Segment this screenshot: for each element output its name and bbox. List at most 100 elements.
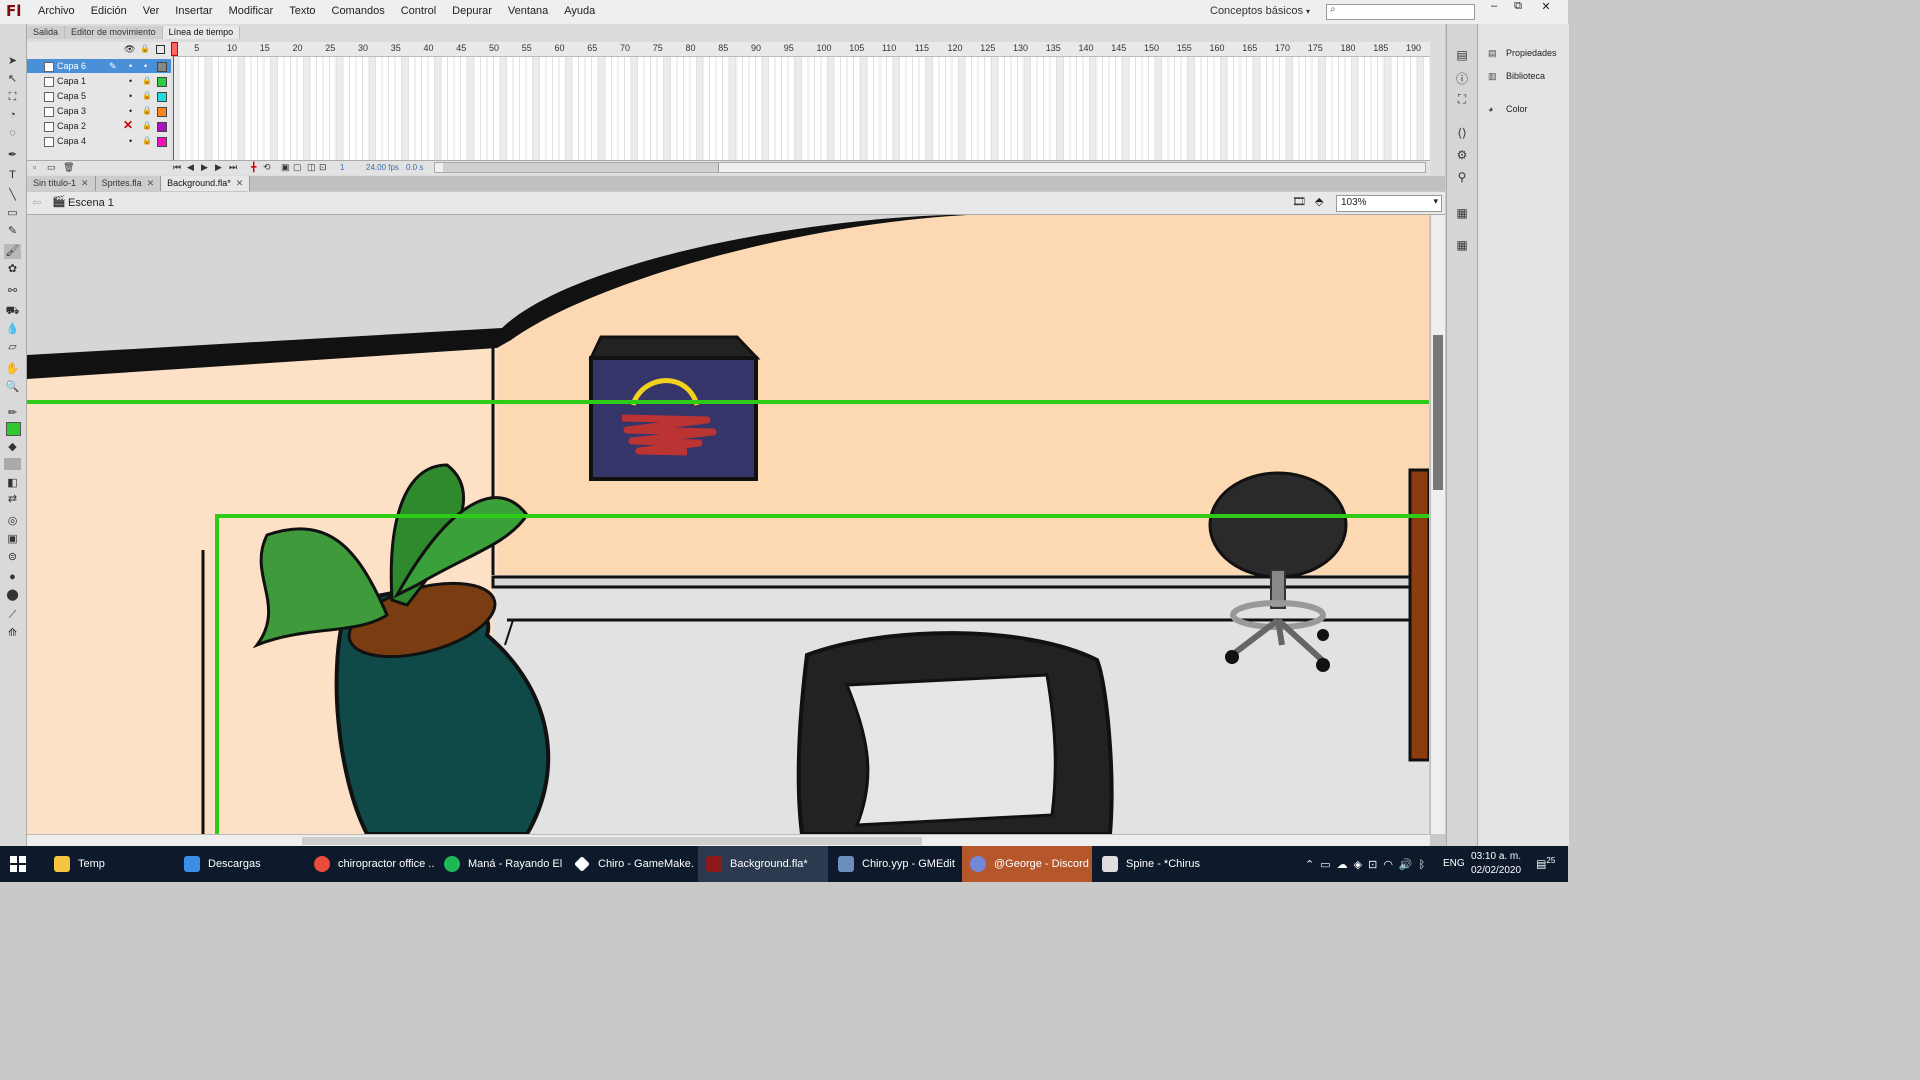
menu-texto[interactable]: Texto bbox=[281, 5, 323, 17]
zoom-tool-icon[interactable]: 🔍 bbox=[4, 380, 21, 395]
layer-color[interactable] bbox=[157, 137, 167, 147]
network-icon[interactable]: ⊡ bbox=[1368, 859, 1383, 871]
taskbar-item[interactable]: Spine - *Chirus bbox=[1094, 846, 1222, 882]
new-layer-icon[interactable]: ▫ bbox=[33, 162, 36, 172]
eye-icon[interactable]: 👁 bbox=[124, 44, 135, 55]
frame-ruler[interactable]: 1510152025303540455055606570758085909510… bbox=[172, 42, 1430, 57]
visibility-dot[interactable]: • bbox=[129, 104, 132, 118]
layer-color[interactable] bbox=[157, 122, 167, 132]
menu-control[interactable]: Control bbox=[393, 5, 444, 17]
menu-insertar[interactable]: Insertar bbox=[167, 5, 220, 17]
layer-color[interactable] bbox=[157, 107, 167, 117]
menu-ventana[interactable]: Ventana bbox=[500, 5, 556, 17]
code-snippets-icon[interactable]: ⟨⟩ bbox=[1455, 126, 1469, 140]
close-icon[interactable]: ✕ bbox=[147, 178, 155, 188]
delete-layer-icon[interactable]: 🗑 bbox=[63, 162, 74, 173]
pressure-icon[interactable]: ⟰ bbox=[4, 626, 21, 641]
zoom-select[interactable]: 103% ▾ bbox=[1336, 195, 1442, 212]
line-tool-icon[interactable]: ╲ bbox=[4, 188, 21, 203]
fill-swatch-gray[interactable] bbox=[4, 458, 21, 470]
step-back-icon[interactable]: ◀ bbox=[187, 162, 194, 173]
hidden-x-icon[interactable]: ✕ bbox=[123, 118, 133, 132]
edit-scene-icon[interactable]: 🎞 bbox=[1292, 195, 1306, 208]
taskbar-item[interactable]: Maná - Rayando El ... bbox=[436, 846, 564, 882]
taskbar-item[interactable]: chiropractor office ... bbox=[306, 846, 434, 882]
menu-modificar[interactable]: Modificar bbox=[221, 5, 282, 17]
battery-icon[interactable]: ▭ bbox=[1320, 859, 1336, 871]
scene-panel-icon[interactable]: ▦ bbox=[1455, 206, 1469, 220]
doc-tab-active[interactable]: Background.fla* ✕ bbox=[161, 176, 251, 191]
step-forward-icon[interactable]: ▶ bbox=[215, 162, 222, 173]
workspace-switcher[interactable]: Conceptos básicos ▾ bbox=[1210, 5, 1310, 17]
lock-icon[interactable]: 🔒 bbox=[142, 89, 152, 103]
pencil-tool-icon[interactable]: ✎ bbox=[4, 224, 21, 239]
swatches-icon[interactable]: ▦ bbox=[1455, 238, 1469, 252]
clock[interactable]: 03:10 a. m. 02/02/2020 bbox=[1471, 850, 1521, 878]
windows-start-icon[interactable] bbox=[10, 856, 26, 872]
menu-depurar[interactable]: Depurar bbox=[444, 5, 500, 17]
free-transform-tool-icon[interactable]: ⛶ bbox=[4, 90, 21, 105]
edit-symbol-icon[interactable]: ⬘ bbox=[1315, 195, 1323, 208]
menu-edicion[interactable]: Edición bbox=[83, 5, 135, 17]
outline-icon[interactable] bbox=[156, 45, 165, 54]
loop-icon[interactable]: ⟲ bbox=[263, 162, 271, 173]
stage-vertical-scrollbar[interactable] bbox=[1430, 215, 1445, 834]
last-frame-icon[interactable]: ⏭ bbox=[229, 162, 237, 173]
panel-color[interactable]: ◕ Color bbox=[1488, 104, 1528, 114]
lock-icon[interactable]: 🔒 bbox=[142, 134, 152, 148]
layer-row[interactable]: Capa 3 • 🔒 bbox=[27, 104, 171, 118]
onion-skin-icon[interactable]: ▣ bbox=[281, 162, 290, 173]
menu-archivo[interactable]: Archivo bbox=[30, 5, 83, 17]
pen-tool-icon[interactable]: ✒ bbox=[4, 148, 21, 163]
fill-bucket-icon[interactable]: ◆ bbox=[4, 440, 21, 455]
input-language[interactable]: ENG bbox=[1443, 858, 1465, 869]
lock-fill-icon[interactable]: ▣ bbox=[4, 532, 21, 547]
taskbar-item-flashing[interactable]: @George - Discord bbox=[962, 846, 1092, 882]
info-icon[interactable]: ⓘ bbox=[1455, 70, 1469, 86]
scroll-thumb[interactable] bbox=[1433, 335, 1443, 490]
brush-size-icon[interactable]: ● bbox=[4, 570, 21, 585]
scroll-thumb[interactable] bbox=[443, 163, 719, 172]
taskbar-item[interactable]: Descargas bbox=[176, 846, 304, 882]
lock-icon[interactable]: 🔒 bbox=[142, 104, 152, 118]
rectangle-tool-icon[interactable]: ▭ bbox=[4, 206, 21, 221]
frame-rate[interactable]: 24.00 fps bbox=[366, 163, 399, 172]
layer-color[interactable] bbox=[157, 77, 167, 87]
deco-tool-icon[interactable]: ✿ bbox=[4, 262, 21, 277]
close-button[interactable]: ✕ bbox=[1534, 0, 1558, 14]
subselection-tool-icon[interactable]: ↖ bbox=[4, 72, 21, 87]
panel-library[interactable]: ▥ Biblioteca bbox=[1488, 71, 1545, 82]
center-frame-icon[interactable]: ╋ bbox=[251, 162, 256, 173]
notifications-icon[interactable]: ▤25 bbox=[1536, 856, 1555, 871]
menu-ayuda[interactable]: Ayuda bbox=[556, 5, 603, 17]
layer-row[interactable]: Capa 4 • 🔒 bbox=[27, 134, 171, 148]
fill-color-swatch[interactable] bbox=[6, 422, 21, 436]
scene-label[interactable]: Escena 1 bbox=[68, 197, 114, 209]
brush-mode-icon[interactable]: ⊜ bbox=[4, 550, 21, 565]
selection-tool-icon[interactable]: ➤ bbox=[4, 54, 21, 69]
stroke-color-icon[interactable]: ✏ bbox=[4, 406, 21, 421]
onion-outline-icon[interactable]: ▢ bbox=[293, 162, 302, 173]
modify-markers-icon[interactable]: ⊡ bbox=[319, 162, 327, 173]
taskbar-item[interactable]: Temp bbox=[46, 846, 174, 882]
wifi-icon[interactable]: ◠ bbox=[1383, 859, 1399, 871]
current-frame[interactable]: 1 bbox=[340, 163, 344, 172]
edit-multiple-icon[interactable]: ◫ bbox=[307, 162, 316, 173]
taskbar-item-active[interactable]: Background.fla* bbox=[698, 846, 828, 882]
eyedropper-icon[interactable]: 💧 bbox=[4, 322, 21, 337]
visibility-dot[interactable]: • bbox=[129, 74, 132, 88]
lock-dot[interactable]: • bbox=[144, 59, 147, 73]
layer-color[interactable] bbox=[157, 92, 167, 102]
taskbar-item[interactable]: Chiro.yyp - GMEdit bbox=[830, 846, 958, 882]
menu-comandos[interactable]: Comandos bbox=[324, 5, 393, 17]
doc-tab[interactable]: Sin título-1 ✕ bbox=[27, 176, 96, 191]
first-frame-icon[interactable]: ⏮ bbox=[173, 162, 181, 173]
paint-bucket-icon[interactable]: ⛟ bbox=[4, 304, 21, 319]
visibility-dot[interactable]: • bbox=[129, 89, 132, 103]
brush-shape-icon[interactable]: ⬤ bbox=[4, 588, 21, 603]
layer-color[interactable] bbox=[157, 62, 167, 72]
new-folder-icon[interactable]: ▭ bbox=[47, 162, 56, 173]
visibility-dot[interactable]: • bbox=[129, 59, 132, 73]
eraser-icon[interactable]: ▱ bbox=[4, 340, 21, 355]
hand-tool-icon[interactable]: ✋ bbox=[4, 362, 21, 377]
